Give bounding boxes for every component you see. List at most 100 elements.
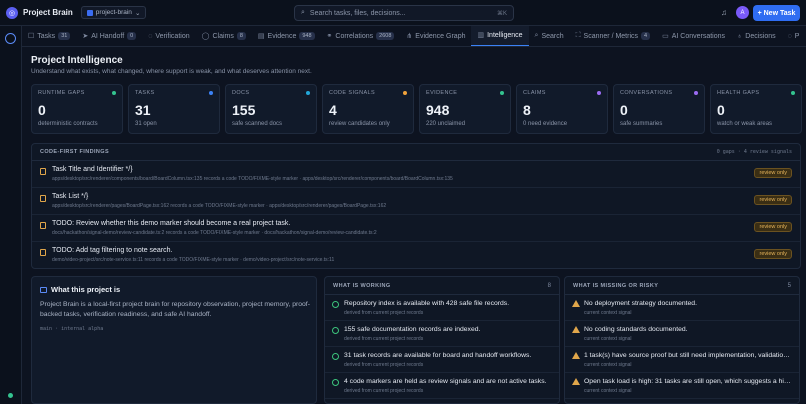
stat-label: CLAIMS — [523, 90, 546, 96]
stat-card-docs[interactable]: DOCS 155 safe scanned docs — [225, 84, 317, 134]
tab-search[interactable]: ⌕ Search — [529, 26, 570, 46]
status-dot-icon — [8, 393, 13, 398]
tab-label: Claims — [212, 32, 234, 40]
search-icon: ⌕ — [534, 32, 539, 39]
stat-card-health-gaps[interactable]: HEALTH GAPS 0 watch or weak areas — [710, 84, 802, 134]
tab-verification[interactable]: ◌ Verification — [142, 26, 195, 46]
finding-title: Task Title and Identifier */} — [52, 166, 133, 173]
stat-cards: RUNTIME GAPS 0 deterministic contracts TASK… — [31, 84, 806, 134]
circle-icon: ◌ — [787, 32, 792, 40]
stat-card-runtime-gaps[interactable]: RUNTIME GAPS 0 deterministic contracts — [31, 84, 123, 134]
stat-note: 31 open — [135, 121, 157, 127]
warning-icon — [572, 352, 580, 359]
review-badge: review only — [754, 249, 792, 259]
stat-card-conversations[interactable]: CONVERSATIONS 0 safe summaries — [613, 84, 705, 134]
list-item[interactable]: 1 task(s) have source proof but still ne… — [565, 347, 799, 373]
item-source: derived from current project records — [344, 388, 424, 394]
tab-label: Correlations — [335, 32, 374, 40]
item-text: No deployment strategy documented. — [584, 300, 697, 307]
tab-evidence[interactable]: ▤ Evidence 948 — [252, 26, 321, 46]
send-icon: ➤ — [82, 33, 89, 40]
stat-label: DOCS — [232, 90, 250, 96]
project-switcher[interactable]: project-brain ⌄ — [80, 6, 147, 19]
list-item[interactable]: 155 safe documentation records are index… — [325, 321, 559, 347]
tab-correlations[interactable]: ⚭ Correlations 2608 — [321, 26, 401, 46]
review-badge: review only — [754, 195, 792, 205]
status-dot-icon — [112, 91, 116, 95]
findings-title: CODE-FIRST FINDINGS — [40, 149, 110, 155]
about-header: What this project is — [40, 285, 308, 294]
item-text: 1 task(s) have source proof but still ne… — [584, 352, 793, 359]
info-icon[interactable] — [5, 33, 16, 44]
review-badge: review only — [754, 168, 792, 178]
tab-bar: ☐ Tasks 31 ➤ AI Handoff 0 ◌ Verification ◯ Claims… — [22, 26, 806, 47]
stat-card-code-signals[interactable]: CODE SIGNALS 4 review candidates only — [322, 84, 414, 134]
search-input[interactable]: ⌕ Search tasks, files, decisions... ⌘K — [294, 5, 514, 21]
stat-value: 4 — [329, 102, 337, 118]
tab-badge: 8 — [236, 32, 246, 40]
finding-title: Task List */} — [52, 193, 89, 200]
status-dot-icon — [306, 91, 310, 95]
about-meta: main · internal alpha — [40, 326, 104, 332]
tab-intelligence[interactable]: ▥ Intelligence — [471, 26, 529, 46]
chart-icon: ▥ — [477, 32, 485, 39]
findings-header: CODE-FIRST FINDINGS 0 gaps · 4 review si… — [32, 144, 800, 161]
check-circle-icon: ◌ — [148, 32, 153, 40]
finding-title: TODO: Add tag filtering to note search. — [52, 247, 173, 254]
warning-icon — [572, 378, 580, 385]
tab-scanner-metrics[interactable]: ⛶ Scanner / Metrics 4 — [570, 26, 656, 46]
tab-p[interactable]: ◌ P — [782, 26, 806, 46]
stat-label: RUNTIME GAPS — [38, 90, 85, 96]
working-header: WHAT IS WORKING 8 — [325, 277, 559, 295]
tab-label: Scanner / Metrics — [583, 32, 639, 40]
top-bar: ◎ Project Brain project-brain ⌄ ⌕ Search… — [0, 0, 806, 26]
stat-label: CONVERSATIONS — [620, 90, 673, 96]
avatar[interactable]: A — [736, 6, 749, 19]
tab-label: Intelligence — [487, 31, 523, 39]
finding-row[interactable]: Task List */} apps/desktop/src/renderer/p… — [32, 188, 800, 215]
review-badge: review only — [754, 222, 792, 232]
item-source: derived from current project records — [344, 362, 424, 368]
tab-ai-handoff[interactable]: ➤ AI Handoff 0 — [76, 26, 142, 46]
chat-icon — [40, 286, 47, 293]
tab-ai-conversations[interactable]: ▭ AI Conversations — [656, 26, 731, 46]
tab-evidence-graph[interactable]: ⋔ Evidence Graph — [400, 26, 471, 46]
item-source: derived from current project records — [344, 310, 424, 316]
finding-row[interactable]: TODO: Review whether this demo marker sh… — [32, 215, 800, 242]
stat-card-tasks[interactable]: TASKS 31 31 open — [128, 84, 220, 134]
stat-card-claims[interactable]: CLAIMS 8 0 need evidence — [516, 84, 608, 134]
list-item[interactable]: No deployment strategy documented. curren… — [565, 295, 799, 321]
tab-tasks[interactable]: ☐ Tasks 31 — [22, 26, 76, 46]
app-logo-icon[interactable]: ◎ — [6, 6, 18, 19]
stat-label: HEALTH GAPS — [717, 90, 760, 96]
list-item[interactable]: 31 task records are available for board … — [325, 347, 559, 373]
stat-note: 0 need evidence — [523, 121, 568, 127]
graph-icon: ⋔ — [406, 33, 413, 40]
file-icon — [40, 168, 46, 175]
finding-row[interactable]: TODO: Add tag filtering to note search. d… — [32, 242, 800, 269]
tab-label: Evidence — [267, 32, 297, 40]
check-circle-icon — [332, 353, 339, 360]
tab-label: AI Handoff — [91, 32, 125, 40]
list-item[interactable]: No coding standards documented. current c… — [565, 321, 799, 347]
tab-claims[interactable]: ◯ Claims 8 — [196, 26, 252, 46]
bell-icon[interactable]: ♫ — [721, 8, 727, 17]
item-text: 155 safe documentation records are index… — [344, 326, 481, 333]
list-item[interactable]: Repository index is available with 428 s… — [325, 295, 559, 321]
item-source: current context signal — [584, 388, 632, 394]
findings-meta: 0 gaps · 4 review signals — [716, 149, 792, 155]
stat-note: deterministic contracts — [38, 121, 98, 127]
list-item[interactable]: 4 code markers are held as review signal… — [325, 373, 559, 399]
project-name: project-brain — [95, 9, 132, 16]
scanner-icon: ⛶ — [575, 32, 581, 39]
tab-label: Search — [541, 32, 564, 40]
tab-badge: 948 — [299, 32, 315, 40]
tab-decisions[interactable]: ♁ Decisions — [731, 26, 782, 46]
new-task-button[interactable]: + New Task — [753, 5, 800, 21]
code-first-findings: CODE-FIRST FINDINGS 0 gaps · 4 review si… — [31, 143, 801, 269]
list-item[interactable]: Open task load is high: 31 tasks are sti… — [565, 373, 799, 399]
finding-path: apps/desktop/src/renderer/components/boa… — [52, 176, 453, 182]
stat-card-evidence[interactable]: EVIDENCE 948 220 unclaimed — [419, 84, 511, 134]
finding-row[interactable]: Task Title and Identifier */} apps/deskto… — [32, 161, 800, 188]
item-text: 31 task records are available for board … — [344, 352, 532, 359]
